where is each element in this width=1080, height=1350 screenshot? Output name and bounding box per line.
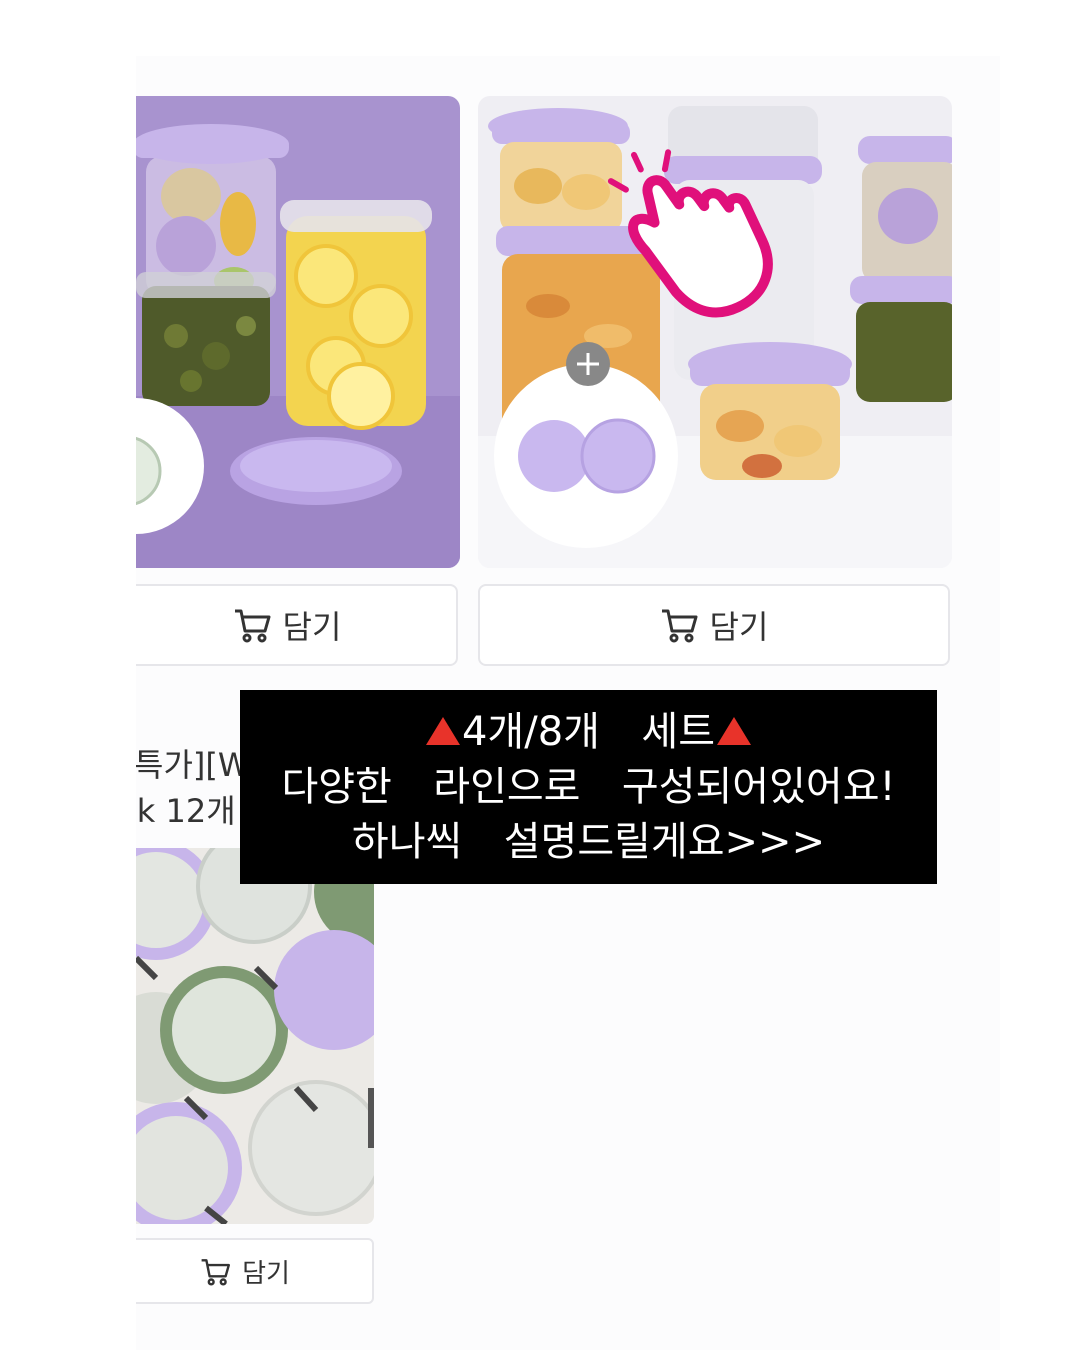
product-photo-jar-lids-topview — [136, 848, 374, 1224]
product-photo-pasta-jars — [478, 96, 952, 568]
cart-button-label: 담기 — [282, 608, 342, 646]
caption-overlay: 4개/8개 세트 다양한 라인으로 구성되어있어요! 하나씩 설명드릴게요>>> — [240, 690, 937, 884]
caption-line-2: 다양한 라인으로 구성되어있어요! — [281, 763, 896, 810]
add-to-cart-button-1[interactable]: 담기 — [136, 584, 458, 666]
product-photo-macaron-lemon-jars — [136, 96, 460, 568]
caption-line-1: 4개/8개 세트 — [240, 705, 937, 760]
caption-line-1-text: 4개/8개 세트 — [461, 708, 715, 755]
product-image-3[interactable] — [136, 848, 374, 1224]
cart-button-label: 담기 — [242, 1258, 290, 1289]
product-title-3-line2: :k 12개 — [136, 792, 236, 830]
cart-icon — [660, 607, 700, 643]
add-to-cart-button-3[interactable]: 담기 — [136, 1238, 374, 1304]
product-title-3-line1: 특가][W — [136, 746, 250, 784]
caption-line-3: 하나씩 설명드릴게요>>> — [351, 818, 826, 865]
cart-icon — [233, 607, 273, 643]
warning-triangle-icon — [717, 716, 751, 745]
add-to-cart-button-2[interactable]: 담기 — [478, 584, 950, 666]
cart-icon — [200, 1257, 232, 1286]
product-image-1[interactable] — [136, 96, 460, 568]
warning-triangle-icon — [425, 716, 460, 745]
product-image-2[interactable] — [478, 96, 952, 568]
plus-icon[interactable] — [566, 342, 610, 386]
cart-button-label: 담기 — [709, 608, 769, 646]
